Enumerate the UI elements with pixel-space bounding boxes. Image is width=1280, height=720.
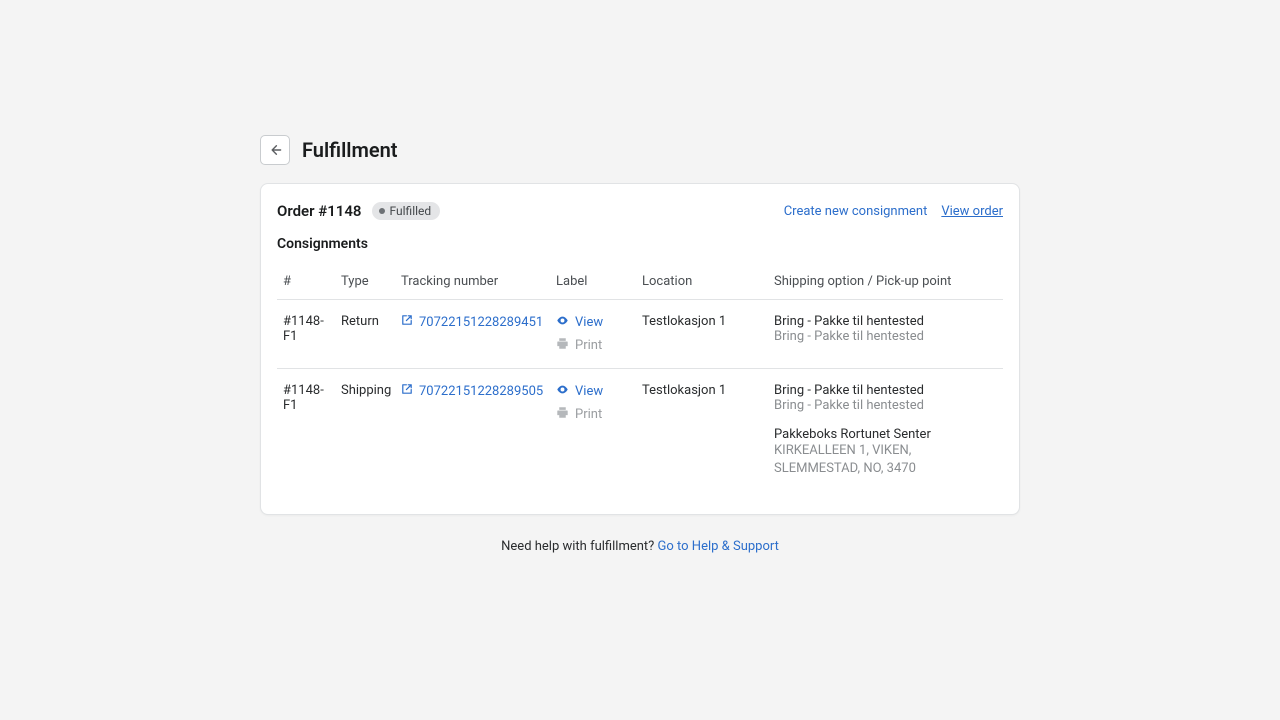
page-container: Fulfillment Order #1148 Fulfilled Create… (260, 0, 1020, 554)
external-link-icon (401, 383, 413, 399)
col-label-header: Label (550, 264, 636, 300)
shipping-sub: Bring - Pakke til hentested (774, 329, 997, 344)
col-type-header: Type (335, 264, 395, 300)
tracking-link[interactable]: 70722151228289505 (401, 383, 543, 399)
cell-tracking: 70722151228289505 (395, 369, 550, 493)
cell-id: #1148-F1 (277, 300, 335, 369)
print-label-text: Print (575, 407, 602, 422)
card-header-left: Order #1148 Fulfilled (277, 202, 440, 220)
tracking-number: 70722151228289505 (419, 384, 543, 399)
create-consignment-link[interactable]: Create new consignment (784, 204, 928, 219)
cell-label: View Print (550, 369, 636, 493)
status-badge: Fulfilled (372, 202, 441, 220)
cell-location: Testlokasjon 1 (636, 300, 768, 369)
print-label-button[interactable]: Print (556, 406, 630, 423)
external-link-icon (401, 314, 413, 330)
print-label-button[interactable]: Print (556, 337, 630, 354)
eye-icon (556, 383, 569, 400)
eye-icon (556, 314, 569, 331)
pickup-address: KIRKEALLEEN 1, VIKEN, SLEMMESTAD, NO, 34… (774, 442, 997, 478)
view-label-button[interactable]: View (556, 383, 630, 400)
col-tracking-header: Tracking number (395, 264, 550, 300)
pickup-name: Pakkeboks Rortunet Senter (774, 427, 997, 442)
order-number: Order #1148 (277, 202, 362, 220)
cell-shipping: Bring - Pakke til hentestedBring - Pakke… (768, 300, 1003, 369)
page-header: Fulfillment (260, 135, 1020, 165)
shipping-sub: Bring - Pakke til hentested (774, 398, 997, 413)
arrow-left-icon (268, 143, 282, 157)
table-row: #1148-F1Return 70722151228289451 View Print… (277, 300, 1003, 369)
table-header-row: # Type Tracking number Label Location Sh… (277, 264, 1003, 300)
shipping-option: Bring - Pakke til hentested (774, 314, 997, 329)
tracking-link[interactable]: 70722151228289451 (401, 314, 543, 330)
cell-location: Testlokasjon 1 (636, 369, 768, 493)
col-shipping-header: Shipping option / Pick-up point (768, 264, 1003, 300)
footer: Need help with fulfillment? Go to Help &… (260, 539, 1020, 554)
col-id-header: # (277, 264, 335, 300)
card-header: Order #1148 Fulfilled Create new consign… (277, 202, 1003, 220)
printer-icon (556, 406, 569, 423)
cell-type: Shipping (335, 369, 395, 493)
view-label-text: View (575, 384, 603, 399)
status-badge-label: Fulfilled (390, 204, 432, 218)
footer-text: Need help with fulfillment? (501, 539, 657, 554)
printer-icon (556, 337, 569, 354)
cell-shipping: Bring - Pakke til hentestedBring - Pakke… (768, 369, 1003, 493)
view-label-text: View (575, 315, 603, 330)
col-location-header: Location (636, 264, 768, 300)
view-order-link[interactable]: View order (941, 204, 1003, 219)
fulfillment-card: Order #1148 Fulfilled Create new consign… (260, 183, 1020, 515)
print-label-text: Print (575, 338, 602, 353)
shipping-option: Bring - Pakke til hentested (774, 383, 997, 398)
cell-id: #1148-F1 (277, 369, 335, 493)
tracking-number: 70722151228289451 (419, 315, 543, 330)
table-row: #1148-F1Shipping 70722151228289505 View Pri… (277, 369, 1003, 493)
consignments-table: # Type Tracking number Label Location Sh… (277, 264, 1003, 492)
card-header-actions: Create new consignment View order (784, 204, 1003, 219)
help-support-link[interactable]: Go to Help & Support (658, 539, 779, 554)
page-title: Fulfillment (302, 138, 398, 162)
back-button[interactable] (260, 135, 290, 165)
cell-type: Return (335, 300, 395, 369)
view-label-button[interactable]: View (556, 314, 630, 331)
cell-tracking: 70722151228289451 (395, 300, 550, 369)
cell-label: View Print (550, 300, 636, 369)
section-title: Consignments (277, 236, 1003, 252)
status-dot-icon (379, 208, 385, 214)
